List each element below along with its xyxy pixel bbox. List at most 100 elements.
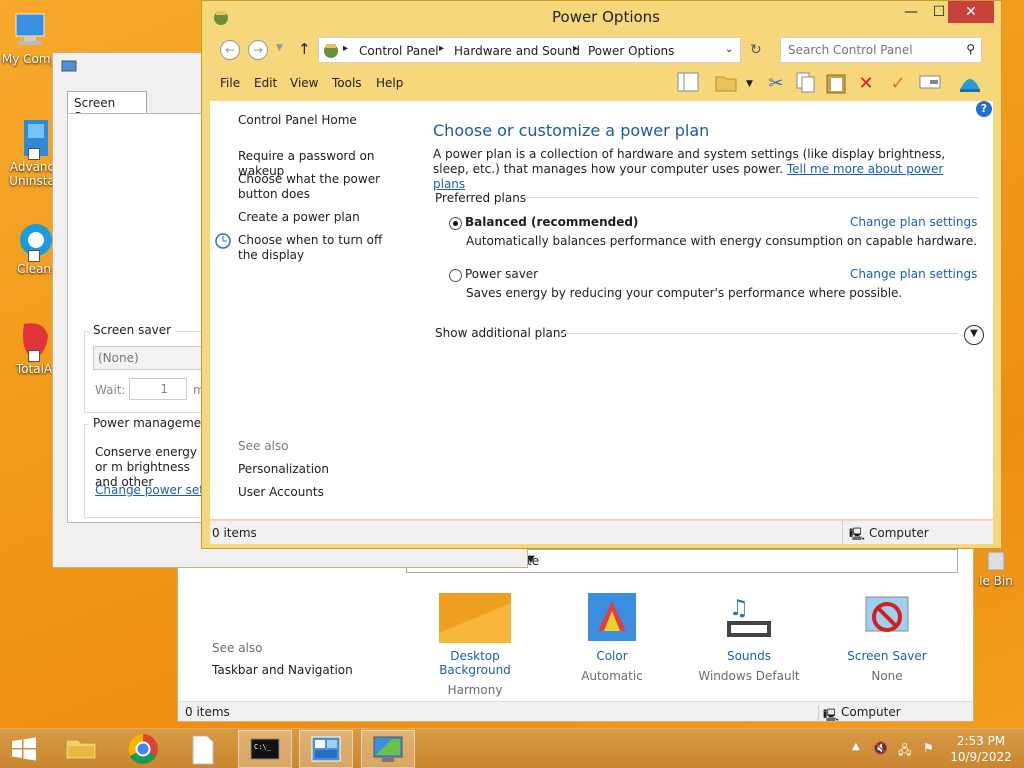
command-prompt-taskbar-button[interactable]: C:\_ xyxy=(238,730,292,768)
balanced-plan-name[interactable]: Balanced (recommended) xyxy=(465,215,638,229)
taskbar: C:\_ ▲ 🔇 🖧 ⚑ 2:53 PM 10/9/2022 xyxy=(0,728,1024,768)
notepad-taskbar-button[interactable] xyxy=(176,730,230,768)
taskbar-navigation-link[interactable]: Taskbar and Navigation xyxy=(212,663,353,677)
address-row: ← → ▼ ↑ ▸ Control Panel ▸ Hardware and S… xyxy=(210,35,993,65)
folder-options-icon[interactable] xyxy=(714,72,738,96)
tab-screen-saver[interactable]: Screen Saver xyxy=(67,91,147,124)
power-saver-change-settings-link[interactable]: Change plan settings xyxy=(850,267,977,281)
desktop-background-value: Harmony xyxy=(447,683,503,697)
show-hidden-icons-chevron-icon[interactable]: ▲ xyxy=(852,741,860,752)
volume-muted-icon[interactable]: 🔇 xyxy=(873,741,888,755)
recent-pages-chevron-icon[interactable]: ▼ xyxy=(276,43,283,53)
desktop-background-item[interactable]: Desktop Background Harmony xyxy=(415,593,535,697)
show-additional-plans-label[interactable]: Show additional plans xyxy=(435,326,567,340)
power-saver-plan-radio[interactable] xyxy=(449,269,462,282)
forward-button[interactable]: → xyxy=(248,40,268,60)
close-button[interactable]: ✕ xyxy=(948,1,994,23)
breadcrumb-hardware-sound[interactable]: Hardware and Sound xyxy=(454,44,580,58)
content-area: ? Control Panel Home Require a password … xyxy=(210,101,993,519)
menu-tools[interactable]: Tools xyxy=(332,76,362,90)
clock-time: 2:53 PM xyxy=(956,734,1006,748)
menu-file[interactable]: File xyxy=(220,76,240,90)
screen-saver-icon xyxy=(862,593,912,643)
status-item-count: 0 items xyxy=(212,526,257,540)
expand-chevron-icon[interactable]: ▼ xyxy=(964,325,984,345)
color-link[interactable]: Color xyxy=(552,649,672,663)
desktop-icon-label: Clean xyxy=(16,262,52,276)
balanced-plan-description: Automatically balances performance with … xyxy=(466,234,978,248)
system-clock[interactable]: 2:53 PM 10/9/2022 xyxy=(946,733,1016,765)
screen-saver-taskbar-button[interactable] xyxy=(361,730,415,768)
refresh-icon[interactable]: ↻ xyxy=(750,42,762,58)
turn-off-display-link[interactable]: Choose when to turn off the display xyxy=(238,233,403,263)
breadcrumb-chevron-icon: ▸ xyxy=(343,43,349,54)
search-icon[interactable]: ⚲ xyxy=(966,42,975,56)
network-icon[interactable]: 🖧 xyxy=(898,741,911,762)
windows-logo-icon xyxy=(12,737,36,761)
rename-icon[interactable] xyxy=(918,72,942,96)
status-computer-label: Computer xyxy=(869,526,929,540)
control-panel-taskbar-button[interactable] xyxy=(299,730,353,768)
sounds-item[interactable]: ♫ Sounds Windows Default xyxy=(689,593,809,683)
balanced-change-settings-link[interactable]: Change plan settings xyxy=(850,215,977,229)
screen-saver-link[interactable]: Screen Saver xyxy=(827,649,947,663)
breadcrumb-power-options[interactable]: Power Options xyxy=(588,44,674,58)
shortcut-arrow-icon xyxy=(28,250,40,262)
status-bar: 0 items 🖳 Computer xyxy=(210,520,993,545)
display-clock-icon xyxy=(214,232,232,253)
power-management-title: Power management xyxy=(89,416,218,430)
delete-icon[interactable]: ✕ xyxy=(854,72,878,96)
search-input[interactable] xyxy=(788,39,958,61)
file-explorer-taskbar-button[interactable] xyxy=(54,730,108,768)
power-saver-plan-description: Saves energy by reducing your computer's… xyxy=(466,286,903,300)
back-button[interactable]: ← xyxy=(220,40,240,60)
page-description: A power plan is a collection of hardware… xyxy=(433,147,973,192)
layout-pane-icon[interactable] xyxy=(676,72,700,96)
help-icon[interactable]: ? xyxy=(976,101,992,117)
copy-icon[interactable] xyxy=(794,72,818,96)
chevron-down-icon: ▼ xyxy=(527,554,535,565)
paste-icon[interactable] xyxy=(824,72,848,96)
address-bar[interactable]: ▸ Control Panel ▸ Hardware and Sound ▸ P… xyxy=(318,37,741,63)
shell-icon[interactable] xyxy=(958,72,982,96)
search-box[interactable]: ⚲ xyxy=(780,37,982,63)
color-palette-icon xyxy=(588,593,636,643)
power-saver-plan-name[interactable]: Power saver xyxy=(465,267,538,281)
clock-date: 10/9/2022 xyxy=(950,750,1012,764)
chrome-taskbar-button[interactable] xyxy=(116,730,170,768)
additional-plans-divider xyxy=(560,333,958,334)
desktop-icon-recycle-bin[interactable]: le Bin xyxy=(968,548,1024,588)
screen-saver-item[interactable]: Screen Saver None xyxy=(827,593,947,683)
properties-checkmark-icon[interactable]: ✓ xyxy=(886,72,910,96)
desktop-icon-my-computer[interactable]: My Comp xyxy=(0,10,60,66)
document-icon xyxy=(192,735,214,765)
power-button-link[interactable]: Choose what the power button does xyxy=(238,172,408,202)
color-item[interactable]: Color Automatic xyxy=(552,593,672,683)
desktop-icon-label: TotalA xyxy=(15,362,53,376)
user-accounts-link[interactable]: User Accounts xyxy=(238,485,413,500)
wait-stepper[interactable]: 1 xyxy=(129,378,187,400)
color-value: Automatic xyxy=(581,669,643,683)
address-dropdown-chevron-icon[interactable]: ⌄ xyxy=(725,44,733,55)
menu-help[interactable]: Help xyxy=(376,76,403,90)
menu-view[interactable]: View xyxy=(290,76,318,90)
see-also-label: See also xyxy=(238,439,289,453)
desktop-background-link[interactable]: Desktop Background xyxy=(415,649,535,677)
action-center-flag-icon[interactable]: ⚑ xyxy=(923,741,934,755)
screen-saver-dialog-icon xyxy=(61,59,77,78)
control-panel-home-link[interactable]: Control Panel Home xyxy=(238,113,413,128)
start-button[interactable] xyxy=(0,730,48,768)
sounds-link[interactable]: Sounds xyxy=(689,649,809,663)
folder-options-chevron-icon[interactable]: ▼ xyxy=(746,79,753,89)
see-also-label: See also xyxy=(212,641,263,655)
breadcrumb-control-panel[interactable]: Control Panel xyxy=(359,44,439,58)
menu-edit[interactable]: Edit xyxy=(254,76,277,90)
power-options-app-icon xyxy=(212,8,230,29)
cut-icon[interactable]: ✂ xyxy=(764,72,788,96)
personalization-link[interactable]: Personalization xyxy=(238,462,413,477)
title-bar[interactable]: Power Options — ☐ ✕ xyxy=(202,1,1001,33)
create-power-plan-link[interactable]: Create a power plan xyxy=(238,210,413,225)
computer-icon: 🖳 xyxy=(849,527,866,541)
up-arrow-icon[interactable]: ↑ xyxy=(298,40,311,58)
balanced-plan-radio[interactable] xyxy=(449,217,462,230)
